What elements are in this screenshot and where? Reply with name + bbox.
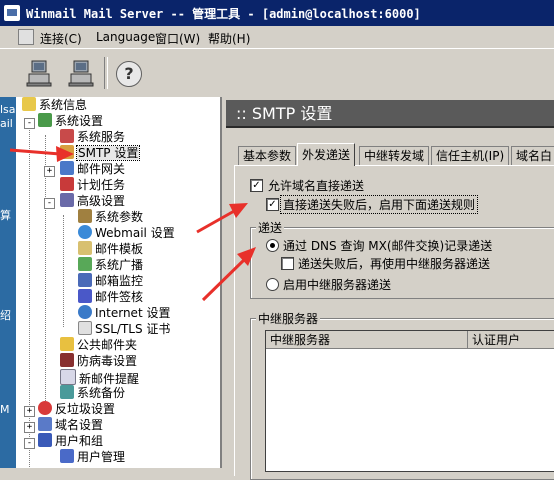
tab-outbound-delivery[interactable]: 外发递送 (297, 143, 356, 166)
annotation-arrows (9, 146, 256, 302)
arrow-to-dns (201, 256, 248, 302)
arrow-to-smtp (9, 148, 61, 156)
arrow-to-fallback (196, 208, 237, 234)
